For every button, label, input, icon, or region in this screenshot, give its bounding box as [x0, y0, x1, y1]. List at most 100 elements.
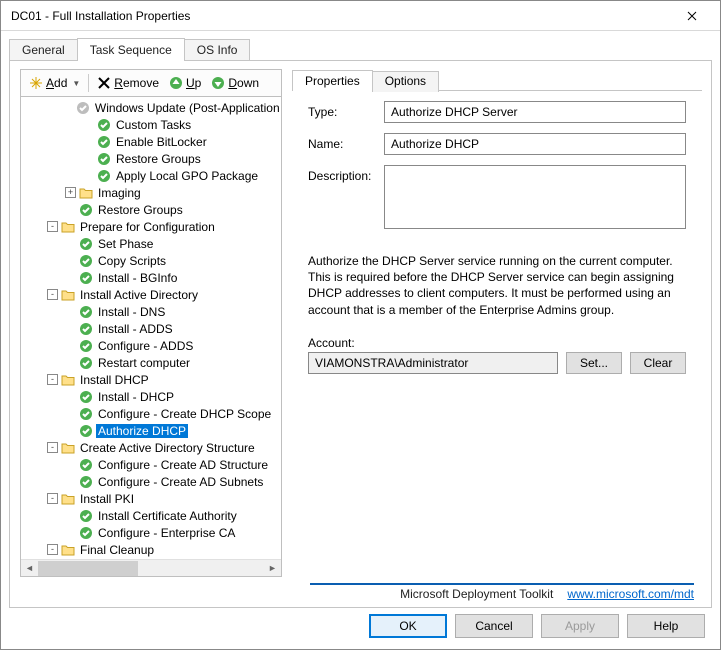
name-field[interactable] — [384, 133, 686, 155]
ok-button[interactable]: OK — [369, 614, 447, 638]
tree-node[interactable]: +Imaging — [23, 184, 282, 201]
check-green-icon — [78, 236, 93, 251]
scroll-right-icon[interactable]: ► — [264, 560, 281, 577]
cancel-button[interactable]: Cancel — [455, 614, 533, 638]
tree-node-label: Set Phase — [96, 237, 155, 251]
check-gray-icon — [76, 100, 90, 115]
toolbar-separator — [88, 74, 89, 92]
tree-node[interactable]: Install - BGInfo — [23, 269, 282, 286]
check-green-icon — [78, 304, 93, 319]
tree-node[interactable]: Restart computer — [23, 354, 282, 371]
tree-node-label: Copy Scripts — [96, 254, 168, 268]
tree-connector — [65, 238, 76, 249]
tree-node[interactable]: Configure - ADDS — [23, 337, 282, 354]
tree-node-label: Configure - ADDS — [96, 339, 195, 353]
tree-node[interactable]: Install - DHCP — [23, 388, 282, 405]
tree-node[interactable]: Restore Groups — [23, 150, 282, 167]
tree-node[interactable]: Install Certificate Authority — [23, 507, 282, 524]
tree-node-label: Install DHCP — [78, 373, 151, 387]
tree-connector — [83, 119, 94, 130]
tree-connector — [65, 425, 76, 436]
tree-node-label: Configure - Create AD Structure — [96, 458, 270, 472]
scroll-track[interactable] — [38, 560, 264, 577]
tab-properties[interactable]: Properties — [292, 70, 373, 91]
brand-link[interactable]: www.microsoft.com/mdt — [567, 587, 694, 601]
tree-node[interactable]: -Final Cleanup — [23, 541, 282, 558]
check-green-icon — [78, 202, 93, 217]
check-green-icon — [78, 423, 93, 438]
tree-node[interactable]: Custom Tasks — [23, 116, 282, 133]
check-green-icon — [78, 457, 93, 472]
tree-node-label: Configure - Enterprise CA — [96, 526, 237, 540]
tree-node[interactable]: -Install PKI — [23, 490, 282, 507]
remove-button[interactable]: Remove — [93, 74, 163, 92]
tree-node[interactable]: - Prepare for Configuration — [23, 218, 282, 235]
collapse-icon[interactable]: - — [47, 442, 58, 453]
tree-node[interactable]: Set Phase — [23, 235, 282, 252]
tab-task-sequence[interactable]: Task Sequence — [77, 38, 185, 61]
tree-node[interactable]: Enable BitLocker — [23, 133, 282, 150]
check-green-icon — [78, 338, 93, 353]
tree-node[interactable]: Configure - Create AD Subnets — [23, 473, 282, 490]
tree-node-label: Prepare for Configuration — [78, 220, 217, 234]
tree-connector — [65, 408, 76, 419]
properties-panel: Type: Name: Description: Authorize the D… — [292, 101, 702, 607]
tree-node[interactable]: Authorize DHCP — [23, 422, 282, 439]
expand-icon[interactable]: + — [65, 187, 76, 198]
tree-node-label: Install Active Directory — [78, 288, 200, 302]
down-button[interactable]: Down — [207, 74, 263, 92]
check-green-icon — [78, 508, 93, 523]
tree-node[interactable]: Configure - Create DHCP Scope — [23, 405, 282, 422]
tree-node-label: Custom Tasks — [114, 118, 193, 132]
up-button[interactable]: Up — [165, 74, 205, 92]
tree-node[interactable]: Configure - Create AD Structure — [23, 456, 282, 473]
collapse-icon[interactable]: - — [47, 221, 58, 232]
tree-node-label: Restart computer — [96, 356, 192, 370]
chevron-down-icon: ▼ — [72, 79, 80, 88]
tree-connector — [65, 476, 76, 487]
help-button[interactable]: Help — [627, 614, 705, 638]
tree-node-label: Configure - Final Cleanup — [96, 577, 237, 578]
left-pane: Add ▼ Remove Up Down — [20, 69, 282, 597]
description-field[interactable] — [384, 165, 686, 229]
horizontal-scrollbar[interactable]: ◄ ► — [21, 559, 281, 576]
type-field — [384, 101, 686, 123]
collapse-icon[interactable]: - — [47, 289, 58, 300]
tree-node-label: Restore Groups — [114, 152, 203, 166]
tree-node[interactable]: Configure - Enterprise CA — [23, 524, 282, 541]
close-button[interactable] — [672, 2, 712, 30]
tree-connector — [66, 102, 74, 113]
tree-node[interactable]: Install - ADDS — [23, 320, 282, 337]
collapse-icon[interactable]: - — [47, 493, 58, 504]
check-green-icon — [78, 474, 93, 489]
task-tree[interactable]: Windows Update (Post-Application Ins Cust… — [20, 97, 282, 577]
tree-node[interactable]: Copy Scripts — [23, 252, 282, 269]
add-label: Add — [46, 76, 67, 90]
tree-node[interactable]: Windows Update (Post-Application Ins — [23, 99, 282, 116]
folder-icon — [60, 491, 75, 506]
collapse-icon[interactable]: - — [47, 374, 58, 385]
tab-os-info[interactable]: OS Info — [184, 39, 251, 62]
name-label: Name: — [308, 133, 384, 151]
tree-node[interactable]: Restore Groups — [23, 201, 282, 218]
collapse-icon[interactable]: - — [47, 544, 58, 555]
clear-button[interactable]: Clear — [630, 352, 686, 374]
set-button[interactable]: Set... — [566, 352, 622, 374]
titlebar: DC01 - Full Installation Properties — [1, 1, 720, 31]
tree-connector — [65, 357, 76, 368]
tree-node[interactable]: Apply Local GPO Package — [23, 167, 282, 184]
tree-node[interactable]: Install - DNS — [23, 303, 282, 320]
tree-node[interactable]: - Install Active Directory — [23, 286, 282, 303]
check-green-icon — [78, 253, 93, 268]
tree-node[interactable]: -Create Active Directory Structure — [23, 439, 282, 456]
add-button[interactable]: Add ▼ — [25, 74, 84, 92]
right-pane: Properties Options Type: Name: Descripti… — [292, 69, 702, 597]
tab-general[interactable]: General — [9, 39, 78, 62]
scroll-thumb[interactable] — [38, 561, 138, 576]
outer-tabs: General Task Sequence OS Info — [9, 37, 720, 60]
scroll-left-icon[interactable]: ◄ — [21, 560, 38, 577]
tree-connector — [65, 391, 76, 402]
tree-connector — [65, 340, 76, 351]
tree-node[interactable]: - Install DHCP — [23, 371, 282, 388]
tab-options[interactable]: Options — [372, 71, 439, 92]
